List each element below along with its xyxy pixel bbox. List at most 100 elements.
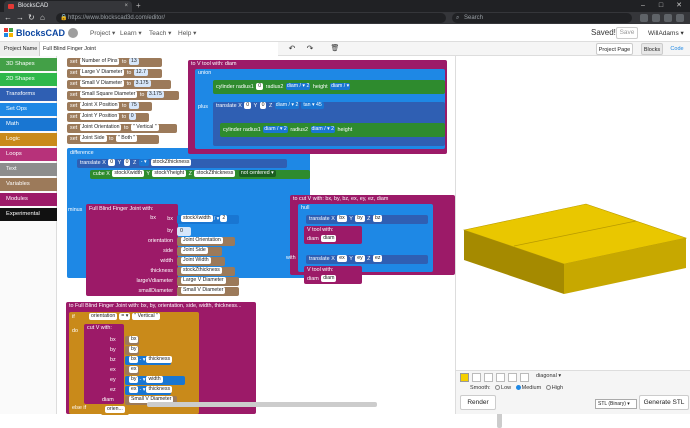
- set-variable-block[interactable]: set Number of Pins to 13: [67, 58, 162, 67]
- set-variable-block[interactable]: set Joint Y Position to 0: [67, 113, 149, 122]
- category-transforms[interactable]: Transforms: [0, 88, 57, 101]
- variable-block[interactable]: Joint Side: [177, 247, 222, 256]
- variable-block[interactable]: Joint Orientation: [177, 237, 235, 246]
- extension-icon[interactable]: [640, 14, 648, 22]
- redo-icon[interactable]: ↷: [303, 44, 317, 54]
- browser-tab[interactable]: BlocksCAD ×: [4, 1, 132, 12]
- menu-learn[interactable]: Learn ▾: [120, 29, 142, 37]
- variable-block[interactable]: Joint Width: [177, 257, 225, 266]
- math-block[interactable]: bx - ▾ thickness: [125, 356, 173, 365]
- translate-block[interactable]: translate X ex Y ey Z ez: [306, 255, 428, 264]
- horizontal-scrollbar[interactable]: [147, 402, 377, 407]
- home-icon[interactable]: ⌂: [40, 12, 45, 24]
- category-logic[interactable]: Logic: [0, 133, 57, 146]
- category-variables[interactable]: Variables: [0, 178, 57, 191]
- math-block[interactable]: stockXwidth / ▾ 2: [177, 215, 239, 224]
- translate-block[interactable]: translate X 0 Y 0 Z - ▾ stockZthickness: [77, 159, 287, 168]
- category-3d-shapes[interactable]: 3D Shapes: [0, 58, 57, 71]
- cube-block[interactable]: cube X stockXwidth Y stockYheight Z stoc…: [90, 170, 310, 179]
- number-block[interactable]: 0: [177, 227, 191, 236]
- render-button[interactable]: Render: [460, 395, 496, 410]
- block-category-sidebar: 3D Shapes 2D Shapes Transforms Set Ops M…: [0, 56, 57, 414]
- compare-block[interactable]: orientation = ▾ " Vertical ": [85, 313, 185, 322]
- search-icon: ⌕: [456, 15, 460, 21]
- back-icon[interactable]: ←: [4, 12, 12, 24]
- forward-icon[interactable]: →: [16, 12, 24, 24]
- menu-help[interactable]: Help ▾: [178, 29, 196, 37]
- variable-block[interactable]: ex: [125, 366, 139, 375]
- logo-blocks-icon: [4, 28, 14, 38]
- set-variable-block[interactable]: set Large V Diameter to 12.7: [67, 69, 162, 78]
- view-reset-icon[interactable]: [496, 373, 505, 382]
- param-label: side: [163, 248, 173, 254]
- reload-icon[interactable]: ↻: [28, 12, 35, 24]
- variable-block[interactable]: Small V Diameter: [177, 287, 239, 296]
- extension-icon[interactable]: [652, 14, 660, 22]
- undo-icon[interactable]: ↶: [285, 44, 299, 54]
- math-block[interactable]: by - ▾ width: [125, 376, 185, 385]
- tab-bar: BlocksCAD × + – □ ✕: [0, 0, 690, 12]
- saved-status: Saved!: [591, 28, 616, 37]
- variable-block[interactable]: bx: [125, 336, 139, 345]
- browser-menu-icon[interactable]: [676, 14, 684, 22]
- new-tab-icon[interactable]: +: [136, 0, 141, 12]
- math-block[interactable]: ex - ▾ thickness: [125, 386, 173, 395]
- tab-close-icon[interactable]: ×: [124, 1, 128, 12]
- user-menu[interactable]: WillAdams ▾: [648, 29, 684, 37]
- axes-toggle-icon[interactable]: [472, 373, 481, 382]
- cylinder-block[interactable]: cylinder radius1 0 radius2 diam / ▾ 2 he…: [213, 80, 445, 94]
- translate-block[interactable]: translate X bx Y by Z bz: [306, 215, 428, 224]
- set-variable-block[interactable]: set Joint Side to " Both ": [67, 135, 159, 144]
- cutv-call-block[interactable]: cut V with: bx by bz ex ey ez diam: [84, 324, 124, 404]
- category-math[interactable]: Math: [0, 118, 57, 131]
- category-loops[interactable]: Loops: [0, 148, 57, 161]
- category-text[interactable]: Text: [0, 163, 57, 176]
- generate-stl-button[interactable]: Generate STL: [639, 395, 689, 410]
- cylinder-block[interactable]: cylinder radius1 diam / ▾ 2 radius2 diam…: [220, 123, 445, 137]
- minimize-icon[interactable]: –: [634, 0, 652, 12]
- param-label: bx: [167, 216, 173, 222]
- camera-view-select[interactable]: diagonal ▾: [536, 373, 561, 379]
- grid-toggle-icon[interactable]: [484, 373, 493, 382]
- vtool-call-block[interactable]: V tool with: diam diam: [304, 266, 362, 284]
- category-experimental[interactable]: Experimental: [0, 208, 57, 221]
- set-variable-block[interactable]: set Small V Diameter to 3.175: [67, 80, 171, 89]
- smooth-medium-radio[interactable]: [515, 385, 521, 391]
- globe-icon[interactable]: [68, 28, 78, 38]
- browser-search-input[interactable]: ⌕ Search: [452, 13, 632, 23]
- category-2d-shapes[interactable]: 2D Shapes: [0, 73, 57, 86]
- view-option-icon[interactable]: [508, 373, 517, 382]
- set-variable-block[interactable]: set Joint X Position to 75: [67, 102, 152, 111]
- extension-icon[interactable]: [664, 14, 672, 22]
- export-format-select[interactable]: STL (Binary) ▾: [595, 399, 637, 409]
- param-label: by: [167, 228, 173, 234]
- delete-icon[interactable]: 🗑: [328, 44, 342, 54]
- smooth-high-radio[interactable]: [545, 385, 551, 391]
- param-label: thickness: [150, 268, 173, 274]
- variable-block[interactable]: Large V Diameter: [177, 277, 239, 286]
- maximize-icon[interactable]: □: [652, 0, 670, 12]
- 3d-viewer[interactable]: [455, 56, 690, 370]
- category-modules[interactable]: Modules: [0, 193, 57, 206]
- close-window-icon[interactable]: ✕: [670, 0, 688, 12]
- blocks-workspace[interactable]: set Number of Pins to 13 set Large V Dia…: [57, 56, 502, 428]
- part-color-swatch[interactable]: [460, 373, 469, 382]
- param-label: orientation: [147, 238, 173, 244]
- code-tab[interactable]: Code: [668, 43, 686, 55]
- variable-block[interactable]: stockZthickness: [177, 267, 235, 276]
- blockscad-logo[interactable]: BlocksCAD: [4, 28, 65, 38]
- blocks-tab[interactable]: Blocks: [641, 43, 663, 55]
- smooth-low-radio[interactable]: [495, 385, 501, 391]
- project-name-input[interactable]: Full Blind Finger Joint: [40, 42, 278, 56]
- set-variable-block[interactable]: set Joint Orientation to " Vertical ": [67, 124, 177, 133]
- project-page-button[interactable]: Project Page: [596, 43, 633, 55]
- set-variable-block[interactable]: set Small Square Diameter to 3.175: [67, 91, 179, 100]
- view-option-icon[interactable]: [520, 373, 529, 382]
- save-button[interactable]: Save: [616, 27, 638, 39]
- url-bar[interactable]: 🔒 https://www.blockscad3d.com/editor/: [56, 13, 446, 23]
- menu-teach[interactable]: Teach ▾: [149, 29, 171, 37]
- menu-project[interactable]: Project ▾: [90, 29, 115, 37]
- variable-block[interactable]: by: [125, 346, 139, 355]
- category-set-ops[interactable]: Set Ops: [0, 103, 57, 116]
- vtool-call-block[interactable]: V tool with: diam diam: [304, 226, 362, 244]
